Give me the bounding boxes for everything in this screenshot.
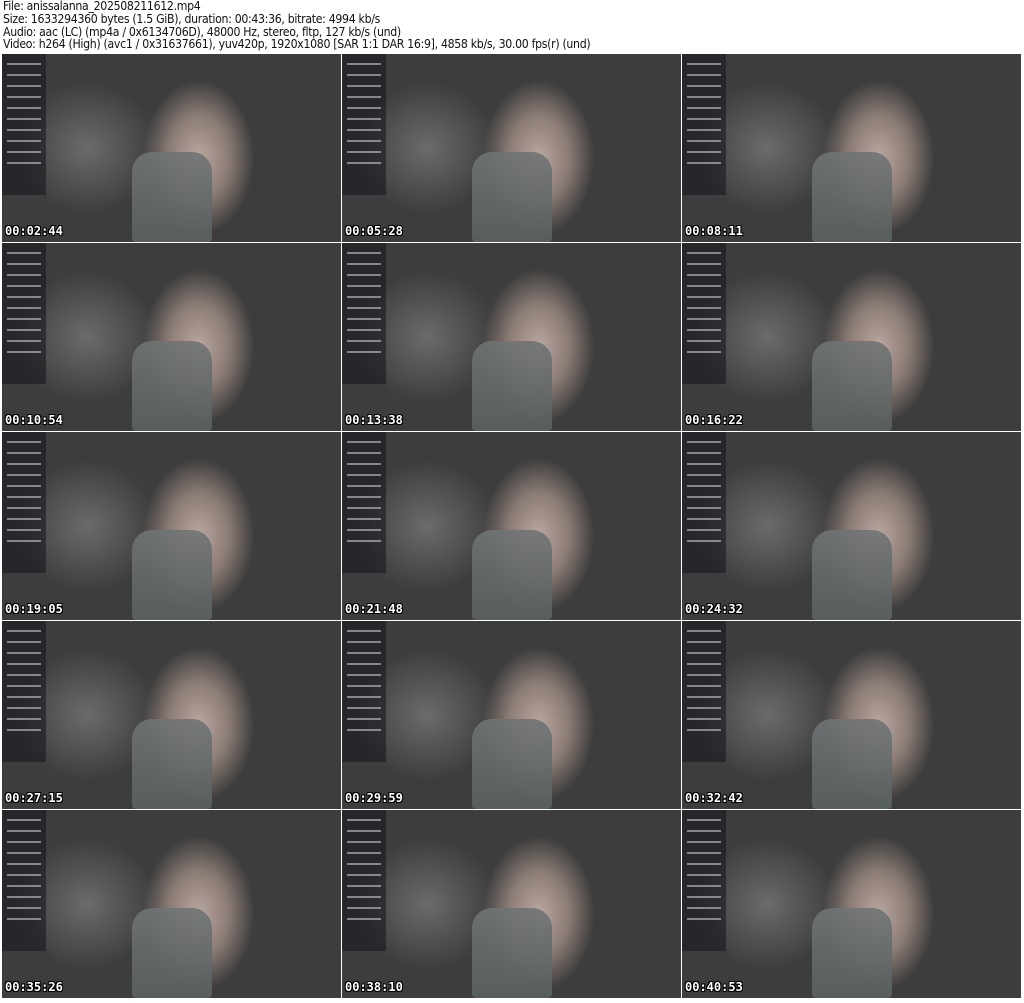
- video-thumbnail[interactable]: 00:19:05: [2, 432, 341, 620]
- stream-overlay-panel: [682, 621, 726, 762]
- timestamp: 00:29:59: [345, 791, 403, 805]
- thumbnail-image: [811, 340, 892, 431]
- video-thumbnail[interactable]: 00:24:32: [682, 432, 1021, 620]
- video-info: Video: h264 (High) (avc1 / 0x31637661), …: [3, 37, 591, 52]
- timestamp: 00:16:22: [685, 413, 743, 427]
- timestamp: 00:38:10: [345, 980, 403, 994]
- thumbnail-image: [131, 718, 212, 809]
- video-thumbnail[interactable]: 00:05:28: [342, 54, 681, 242]
- timestamp: 00:24:32: [685, 602, 743, 616]
- timestamp: 00:27:15: [5, 791, 63, 805]
- thumbnail-image: [471, 340, 552, 431]
- video-thumbnail[interactable]: 00:08:11: [682, 54, 1021, 242]
- stream-overlay-panel: [342, 621, 386, 762]
- stream-overlay-panel: [682, 432, 726, 573]
- timestamp: 00:35:26: [5, 980, 63, 994]
- timestamp: 00:05:28: [345, 224, 403, 238]
- video-thumbnail[interactable]: 00:27:15: [2, 621, 341, 809]
- thumbnail-image: [471, 529, 552, 620]
- stream-overlay-panel: [682, 810, 726, 951]
- timestamp: 00:02:44: [5, 224, 63, 238]
- thumbnail-image: [811, 529, 892, 620]
- video-thumbnail[interactable]: 00:16:22: [682, 243, 1021, 431]
- thumbnail-image: [471, 907, 552, 998]
- timestamp: 00:19:05: [5, 602, 63, 616]
- thumbnail-image: [131, 340, 212, 431]
- timestamp: 00:08:11: [685, 224, 743, 238]
- video-thumbnail[interactable]: 00:40:53: [682, 810, 1021, 998]
- stream-overlay-panel: [2, 54, 46, 195]
- thumbnail-image: [471, 718, 552, 809]
- thumbnail-image: [811, 151, 892, 242]
- stream-overlay-panel: [342, 54, 386, 195]
- thumbnail-image: [131, 151, 212, 242]
- stream-overlay-panel: [2, 810, 46, 951]
- stream-overlay-panel: [342, 810, 386, 951]
- video-thumbnail[interactable]: 00:35:26: [2, 810, 341, 998]
- thumbnail-image: [811, 907, 892, 998]
- stream-overlay-panel: [2, 243, 46, 384]
- thumbnail-image: [131, 907, 212, 998]
- video-thumbnail[interactable]: 00:38:10: [342, 810, 681, 998]
- stream-overlay-panel: [2, 621, 46, 762]
- stream-overlay-panel: [2, 432, 46, 573]
- file-size-info: Size: 1633294360 bytes (1.5 GiB), durati…: [3, 11, 381, 26]
- thumbnail-image: [471, 151, 552, 242]
- video-thumbnail[interactable]: 00:10:54: [2, 243, 341, 431]
- video-thumbnail[interactable]: 00:32:42: [682, 621, 1021, 809]
- stream-overlay-panel: [682, 243, 726, 384]
- thumbnail-grid: 00:02:44 00:05:28 00:08:11 00:10:54 00:13:38…: [2, 54, 1021, 998]
- timestamp: 00:32:42: [685, 791, 743, 805]
- timestamp: 00:13:38: [345, 413, 403, 427]
- thumbnail-image: [811, 718, 892, 809]
- timestamp: 00:21:48: [345, 602, 403, 616]
- video-thumbnail[interactable]: 00:13:38: [342, 243, 681, 431]
- file-name: File: anissalanna_202508211612.mp4: [3, 0, 201, 13]
- stream-overlay-panel: [342, 432, 386, 573]
- stream-overlay-panel: [342, 243, 386, 384]
- file-info-header: File: anissalanna_202508211612.mp4 Size:…: [3, 0, 591, 52]
- video-thumbnail[interactable]: 00:29:59: [342, 621, 681, 809]
- stream-overlay-panel: [682, 54, 726, 195]
- timestamp: 00:40:53: [685, 980, 743, 994]
- video-thumbnail[interactable]: 00:02:44: [2, 54, 341, 242]
- timestamp: 00:10:54: [5, 413, 63, 427]
- thumbnail-image: [131, 529, 212, 620]
- video-thumbnail[interactable]: 00:21:48: [342, 432, 681, 620]
